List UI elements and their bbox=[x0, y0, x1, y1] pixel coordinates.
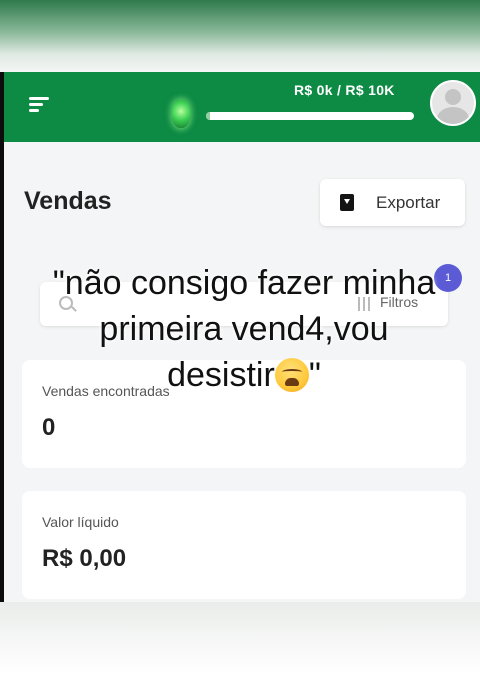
avatar-head bbox=[445, 89, 461, 105]
net-value-label: Valor líquido bbox=[42, 514, 119, 530]
caption-line-1: "não consigo fazer minha bbox=[52, 264, 436, 302]
top-blur-band bbox=[0, 0, 480, 72]
net-value-value: R$ 0,00 bbox=[42, 545, 127, 572]
page-title: Vendas bbox=[24, 187, 112, 215]
app-header: R$ 0k / R$ 10K bbox=[4, 72, 480, 142]
bottom-blur-band bbox=[0, 602, 480, 674]
overlay-caption: "não consigo fazer minha primeira vend4,… bbox=[24, 260, 464, 398]
avatar[interactable] bbox=[430, 80, 476, 126]
caption-line-3: desistir " bbox=[24, 352, 464, 398]
export-button[interactable]: Exportar bbox=[320, 179, 465, 226]
gem-icon bbox=[172, 100, 190, 128]
avatar-body bbox=[437, 107, 469, 124]
caption-line-2: primeira vend4,vou bbox=[99, 310, 389, 348]
goal-progress-text: R$ 0k / R$ 10K bbox=[294, 82, 395, 98]
goal-progress-fill bbox=[206, 112, 211, 120]
caption-line-3-text: desistir bbox=[167, 356, 275, 394]
export-button-label: Exportar bbox=[376, 193, 441, 212]
net-value-card: Valor líquido R$ 0,00 bbox=[22, 491, 466, 599]
caption-line-3-end: " bbox=[308, 356, 321, 394]
download-file-icon bbox=[340, 194, 354, 211]
weary-face-emoji bbox=[274, 358, 309, 392]
sales-found-value: 0 bbox=[42, 414, 56, 441]
goal-progress-bar bbox=[206, 112, 414, 120]
menu-icon[interactable] bbox=[29, 94, 51, 114]
